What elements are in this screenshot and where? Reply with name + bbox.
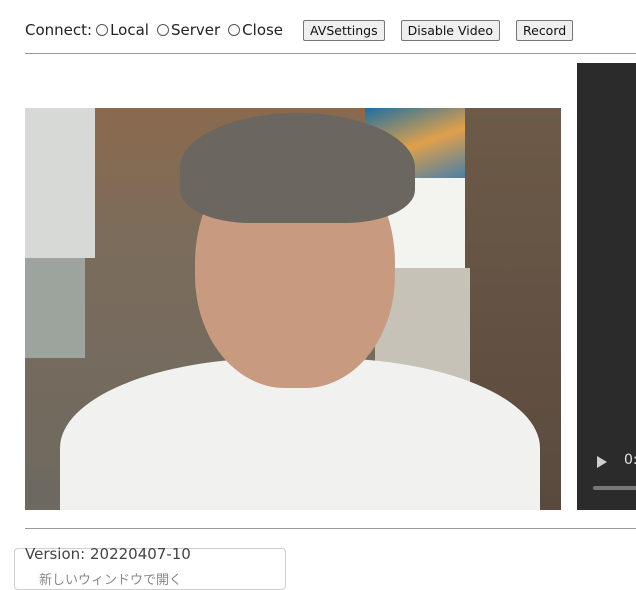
disable-video-button[interactable]: Disable Video xyxy=(400,19,500,41)
av-settings-button[interactable]: AVSettings xyxy=(303,19,385,41)
connect-label: Connect: xyxy=(25,21,93,39)
radio-local-label[interactable]: Local xyxy=(110,21,149,39)
time-display: 0: xyxy=(624,452,636,468)
video-frame xyxy=(25,108,95,258)
toolbar: Connect: Local Server Close AVSettings D… xyxy=(25,18,574,42)
remote-video[interactable]: 0: xyxy=(577,63,636,510)
radio-local[interactable]: Local xyxy=(96,21,149,39)
radio-icon[interactable] xyxy=(156,24,169,36)
play-icon[interactable] xyxy=(597,456,607,468)
radio-close-label[interactable]: Close xyxy=(242,21,283,39)
local-video xyxy=(25,108,561,510)
radio-close[interactable]: Close xyxy=(228,21,283,39)
version-text: Version: 20220407-10 xyxy=(25,545,191,563)
video-frame xyxy=(180,113,415,223)
radio-icon[interactable] xyxy=(228,24,241,36)
video-frame xyxy=(25,258,85,358)
popup-menu-item[interactable]: 新しいウィンドウで開く xyxy=(39,569,182,588)
record-button[interactable]: Record xyxy=(516,19,574,41)
radio-server-label[interactable]: Server xyxy=(171,21,220,39)
radio-server[interactable]: Server xyxy=(156,21,220,39)
radio-icon[interactable] xyxy=(96,24,109,36)
divider-bottom xyxy=(25,528,636,529)
progress-bar[interactable] xyxy=(593,486,636,490)
divider-top xyxy=(25,53,636,54)
